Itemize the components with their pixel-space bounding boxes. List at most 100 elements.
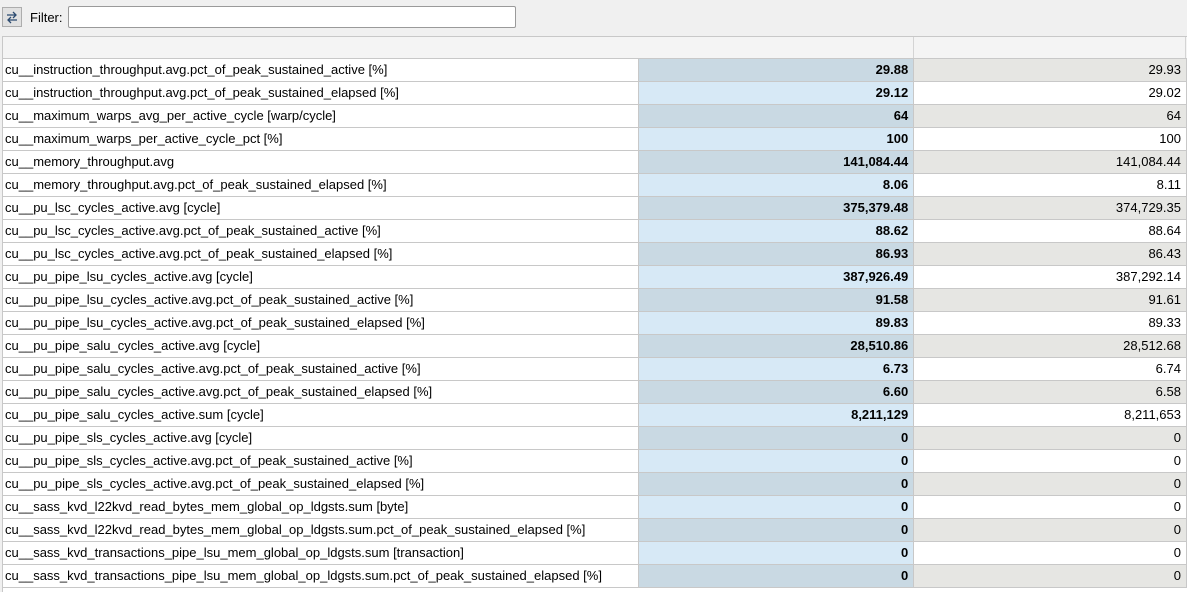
table-row[interactable]: cu__pu_pipe_sls_cycles_active.avg.pct_of… <box>3 450 1187 473</box>
table-row[interactable]: cu__pu_pipe_salu_cycles_active.avg [cycl… <box>3 335 1187 358</box>
table-row[interactable]: cu__pu_pipe_lsu_cycles_active.avg.pct_of… <box>3 312 1187 335</box>
swap-arrows-icon <box>7 11 17 24</box>
current-value-cell: 28,510.86 <box>639 335 915 358</box>
current-value-cell: 375,379.48 <box>639 197 915 220</box>
baseline-value-cell: 141,084.44 <box>914 151 1187 174</box>
baseline-value-cell: 29.93 <box>914 59 1187 82</box>
current-value-cell: 88.62 <box>639 220 915 243</box>
current-value-cell: 8,211,129 <box>639 404 915 427</box>
metric-name-cell: cu__pu_pipe_salu_cycles_active.avg.pct_o… <box>3 381 640 404</box>
table-row[interactable]: cu__pu_lsc_cycles_active.avg [cycle] 375,… <box>3 197 1187 220</box>
current-value-cell: 6.73 <box>639 358 915 381</box>
current-value-cell: 0 <box>639 473 915 496</box>
table-row[interactable]: cu__sass_kvd_transactions_pipe_lsu_mem_g… <box>3 565 1187 588</box>
metric-name-cell: cu__memory_throughput.avg.pct_of_peak_su… <box>3 174 640 197</box>
current-value-cell: 6.60 <box>639 381 915 404</box>
current-value-cell: 29.88 <box>639 59 915 82</box>
metric-name-cell: cu__pu_pipe_lsu_cycles_active.avg.pct_of… <box>3 289 640 312</box>
baseline-value-cell: 100 <box>914 128 1187 151</box>
baseline-value-cell: 89.33 <box>914 312 1187 335</box>
current-value-cell: 0 <box>639 427 915 450</box>
current-value-cell: 0 <box>639 519 915 542</box>
metric-name-cell: cu__pu_lsc_cycles_active.avg [cycle] <box>3 197 640 220</box>
baseline-value-cell: 0 <box>914 565 1187 588</box>
table-row[interactable]: cu__pu_pipe_sls_cycles_active.avg.pct_of… <box>3 473 1187 496</box>
metric-name-cell: cu__pu_pipe_lsu_cycles_active.avg [cycle… <box>3 266 640 289</box>
table-row[interactable]: cu__instruction_throughput.avg.pct_of_pe… <box>3 82 1187 105</box>
metric-name-cell: cu__sass_kvd_l22kvd_read_bytes_mem_globa… <box>3 496 640 519</box>
table-row[interactable]: cu__maximum_warps_per_active_cycle_pct [… <box>3 128 1187 151</box>
table-row[interactable]: cu__sass_kvd_l22kvd_read_bytes_mem_globa… <box>3 519 1187 542</box>
toolbar: Filter: <box>0 0 1187 36</box>
baseline-value-cell: 0 <box>914 450 1187 473</box>
metric-name-cell: cu__pu_pipe_lsu_cycles_active.avg.pct_of… <box>3 312 640 335</box>
table-header <box>3 37 1187 59</box>
baseline-value-cell: 86.43 <box>914 243 1187 266</box>
metric-name-cell: cu__pu_lsc_cycles_active.avg.pct_of_peak… <box>3 243 640 266</box>
baseline-value-cell: 0 <box>914 496 1187 519</box>
current-value-cell: 89.83 <box>639 312 915 335</box>
current-value-cell: 0 <box>639 496 915 519</box>
baseline-value-cell: 64 <box>914 105 1187 128</box>
table-row[interactable]: cu__maximum_warps_avg_per_active_cycle [… <box>3 105 1187 128</box>
metric-name-cell: cu__pu_pipe_salu_cycles_active.avg.pct_o… <box>3 358 640 381</box>
metric-name-cell: cu__memory_throughput.avg <box>3 151 640 174</box>
table-row[interactable]: cu__pu_pipe_salu_cycles_active.sum [cycl… <box>3 404 1187 427</box>
current-value-cell: 100 <box>639 128 915 151</box>
table-row[interactable]: cu__pu_pipe_salu_cycles_active.avg.pct_o… <box>3 358 1187 381</box>
metric-name-cell: cu__sass_kvd_l22kvd_read_bytes_mem_globa… <box>3 519 640 542</box>
table-row[interactable]: cu__pu_lsc_cycles_active.avg.pct_of_peak… <box>3 243 1187 266</box>
table-row[interactable]: cu__pu_lsc_cycles_active.avg.pct_of_peak… <box>3 220 1187 243</box>
metric-name-cell: cu__maximum_warps_avg_per_active_cycle [… <box>3 105 640 128</box>
metric-name-cell: cu__pu_pipe_salu_cycles_active.sum [cycl… <box>3 404 640 427</box>
table-row[interactable]: cu__sass_kvd_transactions_pipe_lsu_mem_g… <box>3 542 1187 565</box>
baseline-value-cell: 8,211,653 <box>914 404 1187 427</box>
metric-name-cell: cu__pu_pipe_sls_cycles_active.avg [cycle… <box>3 427 640 450</box>
metric-name-cell: cu__sass_kvd_transactions_pipe_lsu_mem_g… <box>3 542 640 565</box>
baseline-value-cell: 6.74 <box>914 358 1187 381</box>
swap-button[interactable] <box>2 7 22 27</box>
metric-name-cell: cu__instruction_throughput.avg.pct_of_pe… <box>3 59 640 82</box>
table-row[interactable]: cu__pu_pipe_sls_cycles_active.avg [cycle… <box>3 427 1187 450</box>
table-row[interactable]: cu__pu_pipe_salu_cycles_active.avg.pct_o… <box>3 381 1187 404</box>
current-value-cell: 0 <box>639 565 915 588</box>
table-row[interactable]: cu__pu_pipe_lsu_cycles_active.avg [cycle… <box>3 266 1187 289</box>
current-value-cell: 91.58 <box>639 289 915 312</box>
current-value-cell: 64 <box>639 105 915 128</box>
metric-name-cell: cu__sass_kvd_transactions_pipe_lsu_mem_g… <box>3 565 640 588</box>
metric-name-cell: cu__pu_lsc_cycles_active.avg.pct_of_peak… <box>3 220 640 243</box>
filter-label: Filter: <box>30 10 63 25</box>
current-value-cell: 29.12 <box>639 82 915 105</box>
current-value-cell: 0 <box>639 450 915 473</box>
baseline-value-cell: 387,292.14 <box>914 266 1187 289</box>
metric-name-cell: cu__pu_pipe_sls_cycles_active.avg.pct_of… <box>3 473 640 496</box>
table-row[interactable]: cu__sass_kvd_l22kvd_read_bytes_mem_globa… <box>3 496 1187 519</box>
baseline-value-cell: 8.11 <box>914 174 1187 197</box>
baseline-value-cell: 6.58 <box>914 381 1187 404</box>
baseline-value-cell: 0 <box>914 542 1187 565</box>
current-value-cell: 8.06 <box>639 174 915 197</box>
table-row[interactable]: cu__instruction_throughput.avg.pct_of_pe… <box>3 59 1187 82</box>
current-value-cell: 387,926.49 <box>639 266 915 289</box>
table-row[interactable]: cu__pu_pipe_lsu_cycles_active.avg.pct_of… <box>3 289 1187 312</box>
metrics-table: cu__instruction_throughput.avg.pct_of_pe… <box>2 36 1187 592</box>
current-value-cell: 141,084.44 <box>639 151 915 174</box>
column-header-baseline[interactable] <box>914 37 1186 58</box>
baseline-value-cell: 29.02 <box>914 82 1187 105</box>
table-body: cu__instruction_throughput.avg.pct_of_pe… <box>3 59 1187 588</box>
metric-name-cell: cu__pu_pipe_sls_cycles_active.avg.pct_of… <box>3 450 640 473</box>
filter-input[interactable] <box>68 6 516 28</box>
metric-name-cell: cu__maximum_warps_per_active_cycle_pct [… <box>3 128 640 151</box>
table-row[interactable]: cu__memory_throughput.avg.pct_of_peak_su… <box>3 174 1187 197</box>
current-value-cell: 86.93 <box>639 243 915 266</box>
baseline-value-cell: 0 <box>914 473 1187 496</box>
baseline-value-cell: 0 <box>914 427 1187 450</box>
baseline-value-cell: 91.61 <box>914 289 1187 312</box>
baseline-value-cell: 374,729.35 <box>914 197 1187 220</box>
table-row[interactable]: cu__memory_throughput.avg 141,084.44 141,0… <box>3 151 1187 174</box>
baseline-value-cell: 0 <box>914 519 1187 542</box>
column-header-metric[interactable] <box>3 37 914 58</box>
metric-name-cell: cu__pu_pipe_salu_cycles_active.avg [cycl… <box>3 335 640 358</box>
current-value-cell: 0 <box>639 542 915 565</box>
baseline-value-cell: 28,512.68 <box>914 335 1187 358</box>
